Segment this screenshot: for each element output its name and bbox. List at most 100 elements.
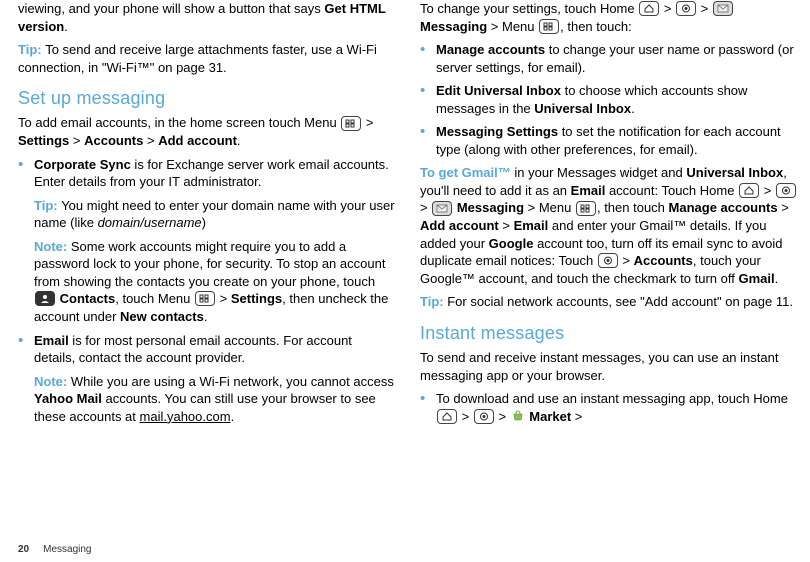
- tip-paragraph: Tip: You might need to enter your domain…: [34, 197, 396, 232]
- intro-paragraph: viewing, and your phone will show a butt…: [18, 0, 396, 35]
- text: To send and receive large attachments fa…: [18, 42, 377, 75]
- menu-icon: [539, 19, 559, 34]
- text: in your Messages widget and: [511, 165, 687, 180]
- text: .: [231, 409, 235, 424]
- text: >: [458, 409, 473, 424]
- circle-icon: [676, 1, 696, 16]
- text-italic: domain/username: [98, 215, 202, 230]
- list-item: To download and use an instant messaging…: [420, 390, 798, 425]
- tip-paragraph: Tip: To send and receive large attachmen…: [18, 41, 396, 76]
- right-column: To change your settings, touch Home > > …: [420, 0, 798, 431]
- text: >: [619, 253, 634, 268]
- menu-icon: [341, 116, 361, 131]
- section-name: Messaging: [43, 544, 91, 555]
- tip-label: Tip:: [420, 294, 447, 309]
- text: >: [420, 200, 431, 215]
- text: >: [495, 409, 510, 424]
- market-icon: [511, 410, 525, 423]
- text-bold: Market: [526, 409, 572, 424]
- mail-icon: [432, 201, 452, 216]
- text: .: [237, 133, 241, 148]
- home-icon: [639, 1, 659, 16]
- text: ): [202, 215, 206, 230]
- text: is for most personal email accounts. For…: [34, 333, 352, 366]
- tip-label: Tip:: [18, 42, 45, 57]
- text: >: [660, 1, 675, 16]
- heading-instant-messages: Instant messages: [420, 321, 798, 345]
- circle-icon: [776, 183, 796, 198]
- setup-paragraph: To add email accounts, in the home scree…: [18, 114, 396, 149]
- circle-icon: [474, 409, 494, 424]
- link-text: mail.yahoo.com: [140, 409, 231, 424]
- page-footer: 20 Messaging: [18, 543, 91, 557]
- text: To add email accounts, in the home scree…: [18, 115, 340, 130]
- text-bold: Google: [489, 236, 534, 251]
- note-paragraph: Note: Some work accounts might require y…: [34, 238, 396, 326]
- text: >: [216, 291, 231, 306]
- home-icon: [437, 409, 457, 424]
- page: viewing, and your phone will show a butt…: [0, 0, 810, 431]
- text-bold: Edit Universal Inbox: [436, 83, 561, 98]
- settings-paragraph: To change your settings, touch Home > > …: [420, 0, 798, 35]
- text: >: [571, 409, 582, 424]
- list-item: Corporate Sync is for Exchange server wo…: [18, 156, 396, 326]
- text-bold: Contacts: [56, 291, 115, 306]
- text: viewing, and your phone will show a butt…: [18, 1, 324, 16]
- mail-icon: [713, 1, 733, 16]
- text: , then touch: [597, 200, 669, 215]
- text-bold: Messaging Settings: [436, 124, 558, 139]
- bullet-list: Manage accounts to change your user name…: [420, 41, 798, 158]
- text-bold: Messaging: [453, 200, 524, 215]
- menu-icon: [576, 201, 596, 216]
- note-label: Note:: [34, 239, 71, 254]
- note-label: Note:: [34, 374, 71, 389]
- gmail-paragraph: To get Gmail™ in your Messages widget an…: [420, 164, 798, 287]
- text-bold: Universal Inbox: [534, 101, 631, 116]
- text: .: [204, 309, 208, 324]
- text: >: [697, 1, 712, 16]
- text: To download and use an instant messaging…: [436, 391, 788, 406]
- text: >: [69, 133, 84, 148]
- text-bold: Accounts: [84, 133, 143, 148]
- text: .: [64, 19, 68, 34]
- text-bold: Accounts: [634, 253, 693, 268]
- text-bold: Corporate Sync: [34, 157, 131, 172]
- page-number: 20: [18, 544, 29, 555]
- text: > Menu: [524, 200, 575, 215]
- text: To change your settings, touch Home: [420, 1, 638, 16]
- menu-icon: [195, 291, 215, 306]
- text-bold: Universal Inbox: [686, 165, 783, 180]
- text-bold: Manage accounts: [669, 200, 778, 215]
- text: Some work accounts might require you to …: [34, 239, 385, 289]
- text: >: [499, 218, 514, 233]
- text-bold: Add account: [420, 218, 499, 233]
- left-column: viewing, and your phone will show a butt…: [18, 0, 396, 431]
- text: .: [775, 271, 779, 286]
- text-line: Corporate Sync is for Exchange server wo…: [34, 156, 396, 191]
- text-bold: Add account: [158, 133, 237, 148]
- list-item: Edit Universal Inbox to choose which acc…: [420, 82, 798, 117]
- im-paragraph: To send and receive instant messages, yo…: [420, 349, 798, 384]
- text: >: [778, 200, 789, 215]
- toget-label: To get Gmail™: [420, 165, 511, 180]
- text-bold: Email: [571, 183, 606, 198]
- list-item: Manage accounts to change your user name…: [420, 41, 798, 76]
- text-bold: Gmail: [738, 271, 774, 286]
- bullet-list: To download and use an instant messaging…: [420, 390, 798, 425]
- text: , then touch:: [560, 19, 632, 34]
- text: You might need to enter your domain name…: [34, 198, 395, 231]
- text: >: [362, 115, 373, 130]
- text-bold: Email: [514, 218, 549, 233]
- text: While you are using a Wi-Fi network, you…: [71, 374, 394, 389]
- list-item: Messaging Settings to set the notificati…: [420, 123, 798, 158]
- text-line: Email is for most personal email account…: [34, 332, 396, 367]
- text-bold: Settings: [231, 291, 282, 306]
- text: , touch Menu: [115, 291, 194, 306]
- text: For social network accounts, see "Add ac…: [447, 294, 793, 309]
- text-bold: Messaging: [420, 19, 487, 34]
- text: > Menu: [487, 19, 538, 34]
- text-bold: New contacts: [120, 309, 204, 324]
- text: >: [760, 183, 775, 198]
- text: account: Touch Home: [605, 183, 738, 198]
- heading-setup-messaging: Set up messaging: [18, 86, 396, 110]
